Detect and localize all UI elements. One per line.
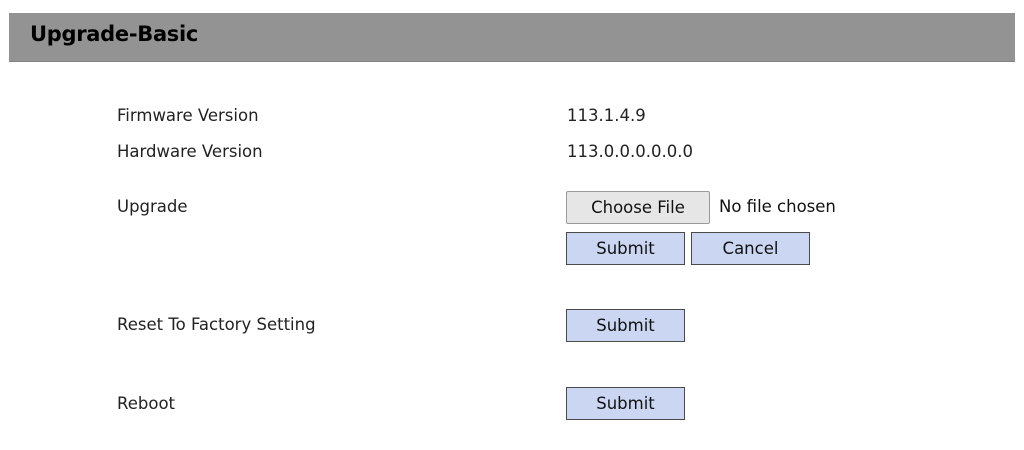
upgrade-label: Upgrade bbox=[117, 197, 188, 216]
page-header: Upgrade-Basic bbox=[9, 13, 1015, 62]
file-status-text: No file chosen bbox=[719, 197, 836, 216]
reset-factory-label: Reset To Factory Setting bbox=[117, 315, 316, 334]
firmware-version-value: 113.1.4.9 bbox=[567, 106, 646, 125]
upgrade-basic-panel: Upgrade-Basic Firmware Version 113.1.4.9… bbox=[9, 13, 1015, 450]
firmware-version-label: Firmware Version bbox=[117, 106, 259, 125]
reboot-submit-button[interactable]: Submit bbox=[566, 387, 685, 420]
hardware-version-value: 113.0.0.0.0.0.0 bbox=[567, 142, 693, 161]
choose-file-button[interactable]: Choose File bbox=[566, 191, 710, 224]
hardware-version-label: Hardware Version bbox=[117, 142, 263, 161]
page-title: Upgrade-Basic bbox=[30, 22, 199, 46]
upgrade-cancel-button[interactable]: Cancel bbox=[691, 232, 810, 265]
upgrade-submit-button[interactable]: Submit bbox=[566, 232, 685, 265]
reboot-label: Reboot bbox=[117, 394, 176, 413]
reset-factory-submit-button[interactable]: Submit bbox=[566, 309, 685, 342]
